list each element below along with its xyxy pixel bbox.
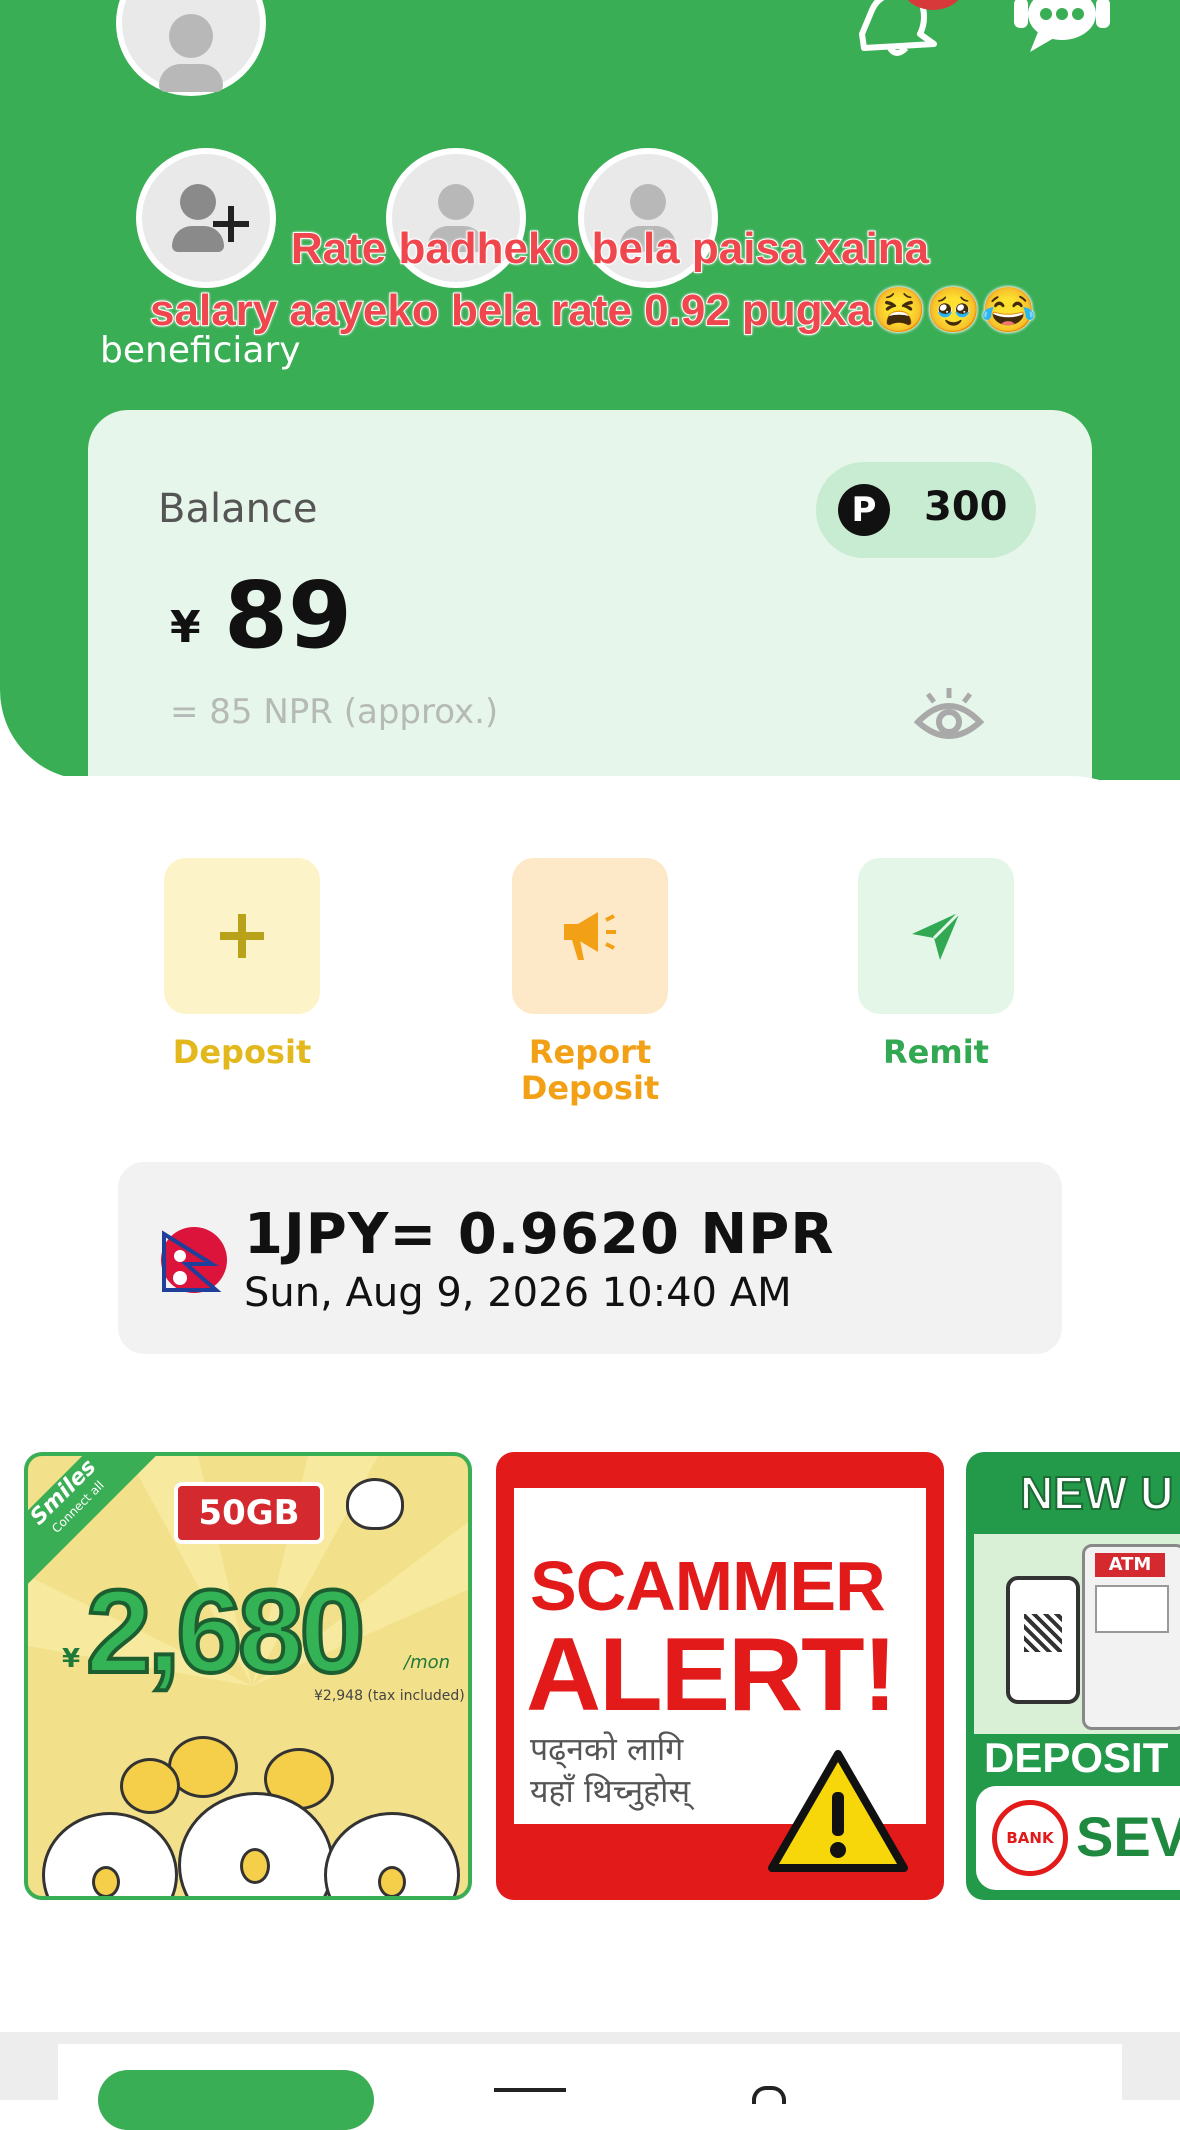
nav-history-icon[interactable] bbox=[494, 2088, 566, 2104]
exchange-rate-value: 1JPY= 0.9620 NPR bbox=[244, 1202, 835, 1267]
nepali-instruction: पढ्नको लागि यहाँ थिच्नुहोस् bbox=[530, 1728, 690, 1812]
beneficiary-label: beneficiary bbox=[100, 330, 301, 371]
points-badge[interactable]: P 300 bbox=[816, 462, 1036, 558]
remit-label: Remit bbox=[883, 1033, 989, 1071]
support-button[interactable] bbox=[1010, 0, 1114, 60]
nepal-flag-icon bbox=[161, 1227, 227, 1293]
warning-icon bbox=[768, 1750, 908, 1872]
balance-approx-npr: = 85 NPR (approx.) bbox=[170, 692, 499, 732]
notification-button[interactable]: 17 bbox=[850, 0, 964, 60]
caption-line: Rate badheko bela paisa xaina bbox=[290, 223, 930, 274]
balance-amount: 89 bbox=[224, 562, 353, 669]
report-deposit-button[interactable]: Report Deposit bbox=[512, 858, 668, 1106]
eye-icon bbox=[913, 688, 985, 739]
nav-home-tab[interactable] bbox=[98, 2070, 374, 2130]
banner-top-text: NEW U bbox=[1019, 1466, 1174, 1520]
report-deposit-label-line: Deposit bbox=[520, 1069, 660, 1107]
seven-bank-logo: BANK SEV bbox=[976, 1786, 1180, 1890]
exchange-rate-card[interactable]: 1JPY= 0.9620 NPR Sun, Aug 9, 2026 10:40 … bbox=[118, 1162, 1062, 1354]
overlay-caption: Rate badheko bela paisa xaina salary aay… bbox=[0, 218, 1180, 342]
nepali-instruction-line: पढ्नको लागि bbox=[530, 1730, 684, 1768]
banner-deposit-text: DEPOSIT bbox=[984, 1734, 1169, 1781]
price-period: /mon bbox=[404, 1652, 451, 1673]
scammer-title: SCAMMER bbox=[530, 1547, 886, 1625]
price-value: 2,680 bbox=[84, 1564, 367, 1700]
send-icon bbox=[912, 910, 962, 960]
deposit-button[interactable]: Deposit bbox=[164, 858, 320, 1070]
deposit-label: Deposit bbox=[172, 1033, 312, 1071]
deposit-tile bbox=[164, 858, 320, 1014]
remit-button[interactable]: Remit bbox=[858, 858, 1014, 1070]
points-value: 300 bbox=[924, 484, 1008, 530]
phone-qr-icon bbox=[1006, 1576, 1080, 1704]
tax-note: ¥2,948 (tax included) bbox=[314, 1688, 465, 1704]
nav-profile-icon[interactable] bbox=[752, 2086, 786, 2104]
atm-machine-icon: ATM bbox=[1082, 1544, 1180, 1730]
points-icon: P bbox=[838, 484, 890, 536]
balance-label: Balance bbox=[158, 486, 318, 532]
seven-bank-badge: BANK bbox=[992, 1800, 1068, 1876]
nepali-instruction-line: यहाँ थिच्नुहोस् bbox=[530, 1772, 691, 1810]
report-deposit-label: Report Deposit bbox=[512, 1034, 668, 1106]
chat-headset-icon bbox=[1014, 0, 1110, 52]
alert-title: ALERT! bbox=[526, 1617, 897, 1733]
scammer-alert-banner[interactable]: SCAMMER ALERT! पढ्नको लागि यहाँ थिच्नुहो… bbox=[496, 1452, 944, 1900]
report-deposit-label-line: Report bbox=[528, 1033, 652, 1071]
toggle-visibility-button[interactable] bbox=[913, 686, 985, 746]
atm-deposit-banner[interactable]: NEW U ATM DEPOSIT BANK SEV bbox=[966, 1452, 1180, 1900]
price-currency: ¥ bbox=[62, 1644, 81, 1674]
data-badge: 50GB bbox=[174, 1482, 324, 1544]
seven-bank-badge-text: BANK bbox=[1006, 1829, 1054, 1847]
balance-card: Balance P 300 ¥ 89 = 85 NPR (approx.) bbox=[88, 410, 1092, 780]
remit-tile bbox=[858, 858, 1014, 1014]
mascot-group bbox=[28, 1716, 468, 1896]
report-deposit-tile bbox=[512, 858, 668, 1014]
megaphone-icon bbox=[564, 912, 616, 960]
currency-symbol: ¥ bbox=[170, 602, 201, 653]
seven-bank-brand: SEV bbox=[1076, 1805, 1180, 1868]
exchange-rate-date: Sun, Aug 9, 2026 10:40 AM bbox=[244, 1270, 792, 1316]
smiles-promo-banner[interactable]: Smiles Connect all 50GB ¥ 2,680 /mon ¥2,… bbox=[24, 1452, 472, 1900]
chick-mascot-icon bbox=[346, 1478, 404, 1530]
plus-icon bbox=[220, 914, 264, 958]
atm-label: ATM bbox=[1095, 1553, 1165, 1577]
